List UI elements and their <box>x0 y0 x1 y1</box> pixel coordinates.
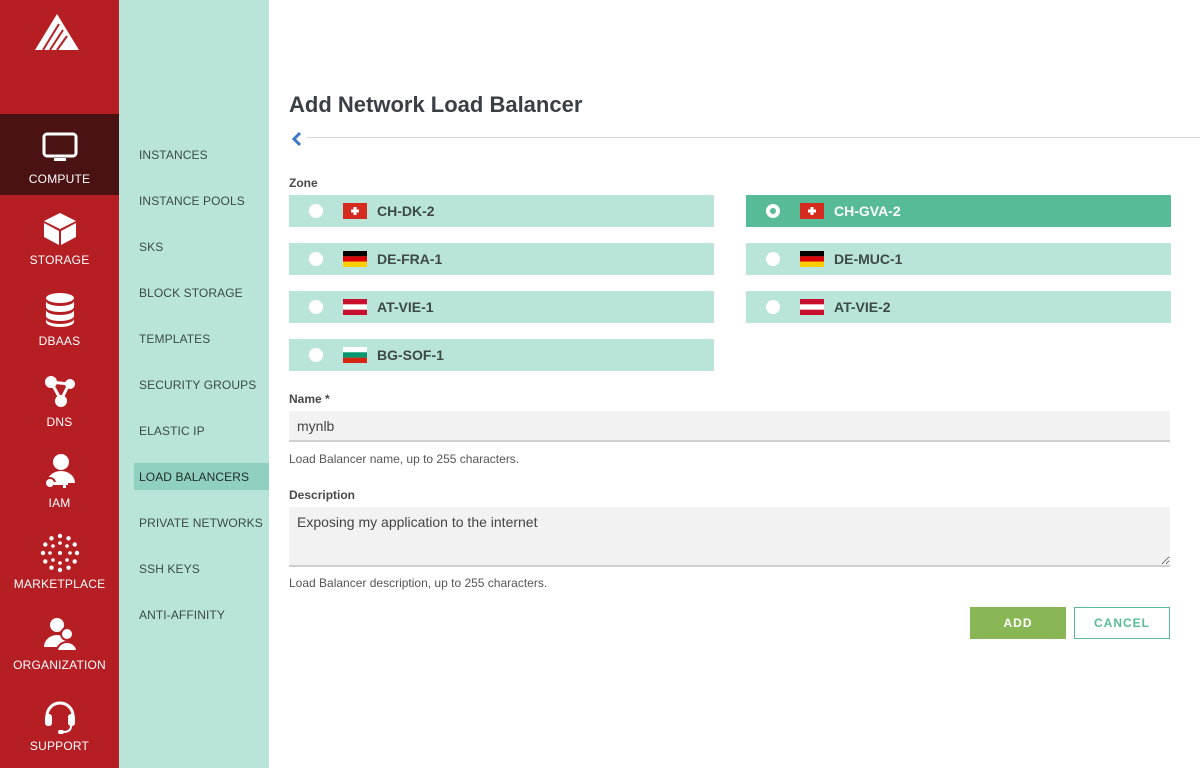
subnav-item-block-storage[interactable]: BLOCK STORAGE <box>134 279 269 306</box>
subnav-item-templates[interactable]: TEMPLATES <box>134 325 269 352</box>
rail-item-support[interactable]: SUPPORT <box>0 681 119 762</box>
cube-icon <box>40 209 80 249</box>
rail-item-dns[interactable]: DNS <box>0 357 119 438</box>
zone-radio[interactable] <box>309 300 323 314</box>
zone-option-ch-dk-2[interactable]: CH-DK-2 <box>289 195 714 227</box>
subnav-item-security-groups[interactable]: SECURITY GROUPS <box>134 371 269 398</box>
zone-option-at-vie-1[interactable]: AT-VIE-1 <box>289 291 714 323</box>
zone-option-at-vie-2[interactable]: AT-VIE-2 <box>746 291 1171 323</box>
subnav-item-private-networks[interactable]: PRIVATE NETWORKS <box>134 509 269 536</box>
zone-option-de-fra-1[interactable]: DE-FRA-1 <box>289 243 714 275</box>
zone-radio[interactable] <box>766 204 780 218</box>
switzerland-flag-icon <box>343 203 367 219</box>
name-help-text: Load Balancer name, up to 255 characters… <box>289 452 520 466</box>
headset-icon <box>40 695 80 735</box>
rail-label: COMPUTE <box>28 172 91 186</box>
main-rail: COMPUTE STORAGE DBAAS DNS IAM MARKETPLAC… <box>0 0 119 768</box>
exoscale-logo[interactable] <box>33 12 81 52</box>
rail-item-compute[interactable]: COMPUTE <box>0 114 119 195</box>
users-icon <box>40 614 80 654</box>
austria-flag-icon <box>343 299 367 315</box>
cancel-button[interactable]: CANCEL <box>1074 607 1170 639</box>
zone-radio[interactable] <box>309 252 323 266</box>
add-button[interactable]: ADD <box>970 607 1066 639</box>
subnav-item-instances[interactable]: INSTANCES <box>134 141 269 168</box>
rail-label: SUPPORT <box>29 739 90 753</box>
zone-radio[interactable] <box>766 252 780 266</box>
rail-label: IAM <box>48 496 71 510</box>
switzerland-flag-icon <box>800 203 824 219</box>
database-icon <box>40 290 80 330</box>
zone-name: DE-FRA-1 <box>377 251 443 267</box>
chevron-left-icon[interactable] <box>289 130 305 148</box>
subnav-item-sks[interactable]: SKS <box>134 233 269 260</box>
zone-name: CH-DK-2 <box>377 203 435 219</box>
zone-option-de-muc-1[interactable]: DE-MUC-1 <box>746 243 1171 275</box>
network-icon <box>40 371 80 411</box>
app: COMPUTE STORAGE DBAAS DNS IAM MARKETPLAC… <box>0 0 1200 768</box>
zone-name: DE-MUC-1 <box>834 251 903 267</box>
zone-radio[interactable] <box>309 204 323 218</box>
bulgaria-flag-icon <box>343 347 367 363</box>
name-input[interactable] <box>289 411 1170 442</box>
description-label: Description <box>289 488 356 502</box>
subnav-item-instance-pools[interactable]: INSTANCE POOLS <box>134 187 269 214</box>
austria-flag-icon <box>800 299 824 315</box>
rail-label: DBAAS <box>38 334 81 348</box>
zone-option-bg-sof-1[interactable]: BG-SOF-1 <box>289 339 714 371</box>
zone-option-ch-gva-2[interactable]: CH-GVA-2 <box>746 195 1171 227</box>
zone-radio[interactable] <box>766 300 780 314</box>
rail-label: ORGANIZATION <box>13 658 106 672</box>
zone-name: AT-VIE-1 <box>377 299 434 315</box>
zone-radio[interactable] <box>309 348 323 362</box>
name-label: Name * <box>289 392 330 406</box>
user-key-icon <box>40 452 80 492</box>
zone-name: BG-SOF-1 <box>377 347 444 363</box>
rail-item-organization[interactable]: ORGANIZATION <box>0 600 119 681</box>
rail-item-marketplace[interactable]: MARKETPLACE <box>0 519 119 600</box>
rail-item-dbaas[interactable]: DBAAS <box>0 276 119 357</box>
germany-flag-icon <box>800 251 824 267</box>
title-divider <box>307 137 1200 138</box>
subnav-item-ssh-keys[interactable]: SSH KEYS <box>134 555 269 582</box>
subnav-item-anti-affinity[interactable]: ANTI-AFFINITY <box>134 601 269 628</box>
subnav-item-load-balancers[interactable]: LOAD BALANCERS <box>134 463 269 490</box>
rail-label: STORAGE <box>29 253 90 267</box>
subnav-item-elastic-ip[interactable]: ELASTIC IP <box>134 417 269 444</box>
dots-circle-icon <box>40 533 80 573</box>
germany-flag-icon <box>343 251 367 267</box>
page-title: Add Network Load Balancer <box>289 92 583 117</box>
zone-name: CH-GVA-2 <box>834 203 901 219</box>
rail-item-iam[interactable]: IAM <box>0 438 119 519</box>
rail-label: DNS <box>46 415 73 429</box>
description-help-text: Load Balancer description, up to 255 cha… <box>289 576 548 590</box>
monitor-icon <box>40 128 80 168</box>
rail-item-storage[interactable]: STORAGE <box>0 195 119 276</box>
description-textarea[interactable]: Exposing my application to the internet <box>289 507 1170 567</box>
rail-label: MARKETPLACE <box>13 577 106 591</box>
compute-subnav: INSTANCES INSTANCE POOLS SKS BLOCK STORA… <box>119 0 269 768</box>
zone-label: Zone <box>289 176 318 190</box>
zone-name: AT-VIE-2 <box>834 299 891 315</box>
